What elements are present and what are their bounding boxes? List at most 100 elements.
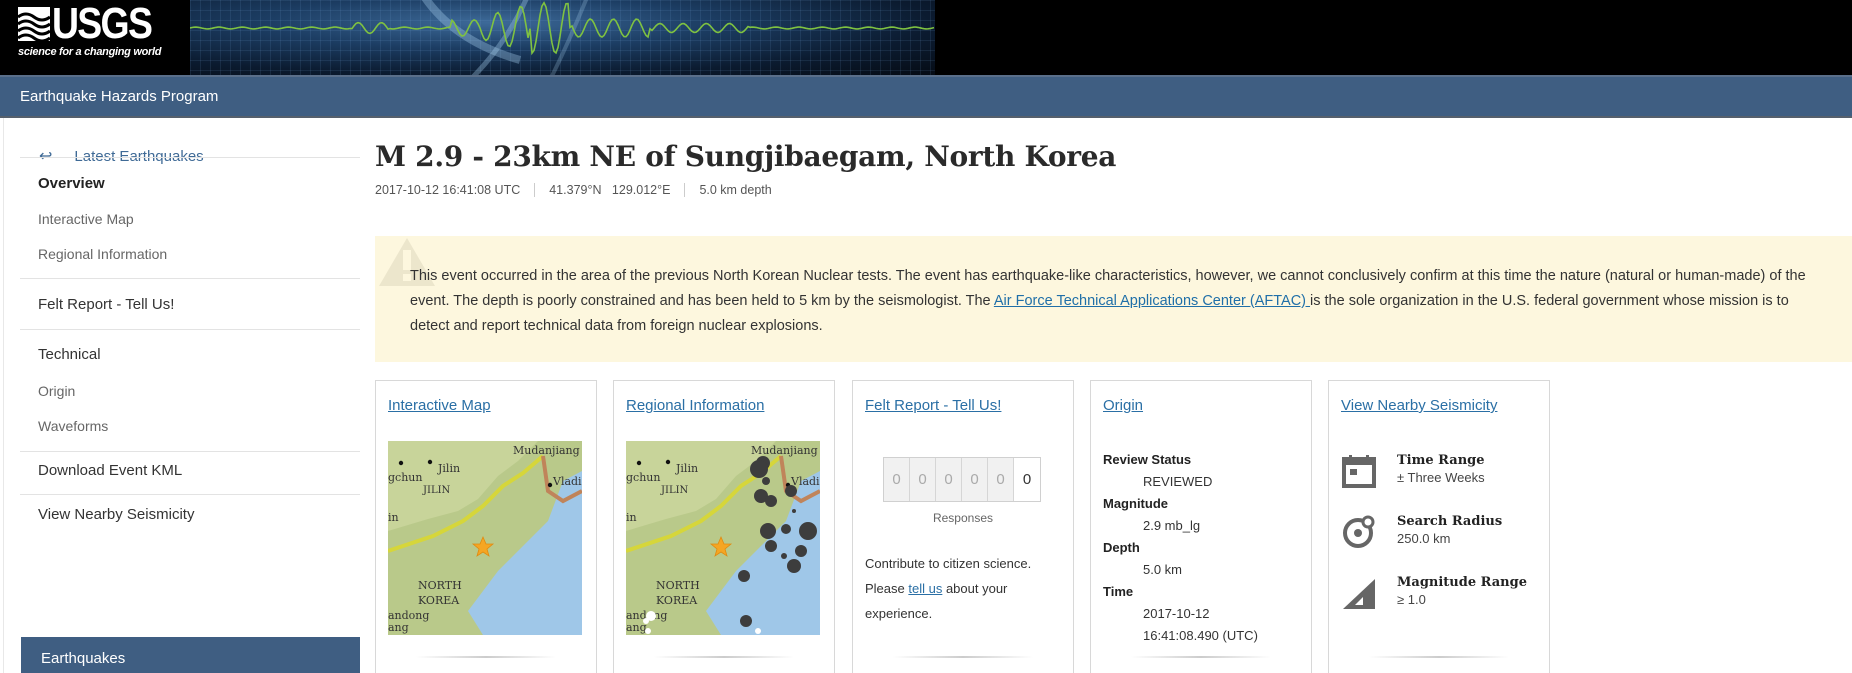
event-location: 41.379°N 129.012°E	[534, 183, 684, 197]
event-summary: 2017-10-12 16:41:08 UTC 41.379°N 129.012…	[375, 183, 786, 197]
origin-details: Review Status REVIEWED Magnitude 2.9 mb_…	[1103, 449, 1258, 647]
page-title: M 2.9 - 23km NE of Sungjibaegam, North K…	[375, 140, 1117, 173]
sidebar-section-earthquakes[interactable]: Earthquakes	[21, 637, 360, 673]
arrow-left-icon: ↩	[39, 148, 53, 165]
divider	[20, 451, 360, 452]
sidebar-item-waveforms[interactable]: Waveforms	[38, 418, 108, 434]
alert-text: This event occurred in the area of the p…	[410, 268, 1806, 334]
magnitude-range-icon	[1343, 579, 1375, 609]
map-label: NORTH	[418, 579, 462, 592]
time-label: Time	[1103, 584, 1134, 599]
map-image: Mudanjiang Jilin gchunJILIN Vladi in NORTH KOR…	[388, 441, 582, 635]
felt-report-text: Contribute to citizen science. Please te…	[865, 556, 1032, 621]
counter-digit: 0	[962, 458, 988, 501]
time-clock-value: 16:41:08.490 (UTC)	[1143, 628, 1258, 643]
map-label: Jilin	[675, 462, 698, 475]
sidebar-item-technical[interactable]: Technical	[38, 346, 101, 363]
map-label: Jilin	[437, 462, 460, 475]
map-label: gchun	[388, 471, 422, 484]
site-header: USGS science for a changing world	[0, 0, 1852, 75]
seismic-event-marker	[755, 628, 761, 634]
divider	[20, 157, 360, 158]
usgs-logo[interactable]: USGS science for a changing world	[0, 0, 190, 75]
map-image: Mudanjiang Jilin gchunJILIN Vladi in NORTH KOR…	[626, 441, 820, 635]
seismic-event-marker	[750, 460, 768, 478]
counter-digit: 0	[1014, 458, 1040, 501]
program-title-link[interactable]: Earthquake Hazards Program	[20, 88, 218, 105]
map-label: JILIN	[660, 485, 689, 496]
felt-report-link[interactable]: Felt Report - Tell Us!	[865, 397, 1001, 414]
calendar-icon	[1342, 455, 1376, 488]
card-footer-rule	[416, 656, 556, 658]
search-radius-label: Search Radius	[1397, 514, 1503, 529]
seismic-event-marker	[781, 524, 791, 534]
seismic-event-marker	[787, 559, 801, 573]
magnitude-range-value: ≥ 1.0	[1397, 592, 1426, 607]
seismic-event-marker	[645, 628, 651, 634]
city-marker	[427, 459, 433, 465]
card-footer-rule	[1369, 656, 1509, 658]
magnitude-range-label: Magnitude Range	[1397, 575, 1527, 590]
regional-information-link[interactable]: Regional Information	[626, 397, 764, 414]
sidebar-item-download-kml[interactable]: Download Event KML	[38, 462, 182, 479]
magnitude-range-row: Magnitude Range ≥ 1.0	[1341, 575, 1527, 611]
card-nearby-seismicity: View Nearby Seismicity Time Range ± Thre…	[1328, 380, 1550, 673]
responses-counter: 0 0 0 0 0 0	[883, 457, 1041, 502]
counter-digit: 0	[884, 458, 910, 501]
time-date-value: 2017-10-12	[1143, 606, 1210, 621]
map-label: NORTH	[656, 579, 700, 592]
seismic-event-marker	[760, 523, 776, 539]
sidebar-item-nearby-seismicity[interactable]: View Nearby Seismicity	[38, 506, 194, 523]
sidebar-item-felt-report[interactable]: Felt Report - Tell Us!	[38, 296, 174, 313]
review-status-label: Review Status	[1103, 452, 1192, 467]
responses-label: Responses	[932, 511, 994, 525]
sidebar-item-origin[interactable]: Origin	[38, 383, 75, 399]
map-label: in	[626, 511, 637, 524]
map-label: Vladi	[552, 475, 582, 488]
sidebar-item-overview[interactable]: Overview	[38, 175, 105, 192]
seismic-event-marker	[765, 540, 777, 552]
seismogram-graphic	[190, 0, 935, 75]
divider	[20, 278, 360, 279]
counter-digit: 0	[988, 458, 1014, 501]
seismic-event-marker	[799, 522, 817, 540]
seismic-event-marker	[765, 495, 777, 507]
map-label: JILIN	[422, 485, 451, 496]
counter-digit: 0	[936, 458, 962, 501]
origin-link[interactable]: Origin	[1103, 397, 1143, 414]
aftac-link[interactable]: Air Force Technical Applications Center …	[994, 293, 1310, 309]
regional-map-thumbnail[interactable]: Mudanjiang Jilin gchun JILIN Vladi in NORTH KOR…	[626, 441, 820, 635]
usgs-waves-icon	[18, 7, 50, 41]
sidebar-item-interactive-map[interactable]: Interactive Map	[38, 211, 134, 227]
city-marker	[547, 482, 553, 488]
seismic-event-marker	[792, 509, 796, 513]
interactive-map-thumbnail[interactable]: Mudanjiang Jilin gchun JILIN Vladi in NORTH KOR…	[388, 441, 582, 635]
program-bar: Earthquake Hazards Program	[0, 75, 1852, 118]
search-radius-value: 250.0 km	[1397, 531, 1451, 546]
search-radius-row: Search Radius 250.0 km	[1341, 514, 1502, 550]
map-label: KOREA	[418, 594, 460, 607]
city-marker	[665, 459, 671, 465]
time-range-label: Time Range	[1397, 453, 1485, 468]
map-label: Mudanjiang	[751, 444, 818, 457]
tell-us-link[interactable]: tell us	[908, 581, 942, 596]
nearby-seismicity-link[interactable]: View Nearby Seismicity	[1341, 397, 1497, 414]
seismic-event-marker	[795, 545, 807, 557]
depth-label: Depth	[1103, 540, 1140, 555]
seismic-event-marker	[738, 570, 750, 582]
sidebar-item-regional-information[interactable]: Regional Information	[38, 246, 167, 262]
review-status-value: REVIEWED	[1143, 474, 1213, 489]
map-label: Mudanjiang	[513, 444, 580, 457]
latest-earthquakes-link[interactable]: ↩ Latest Earthquakes	[39, 146, 204, 166]
interactive-map-link[interactable]: Interactive Map	[388, 397, 491, 414]
map-label: gchun	[626, 471, 660, 484]
card-origin: Origin Review Status REVIEWED Magnitude …	[1090, 380, 1312, 673]
seismic-event-marker	[643, 618, 649, 624]
map-label: in	[388, 511, 399, 524]
divider	[20, 329, 360, 330]
magnitude-label: Magnitude	[1103, 496, 1168, 511]
seismogram-banner	[190, 0, 935, 75]
time-range-row: Time Range ± Three Weeks	[1341, 453, 1485, 489]
counter-digit: 0	[910, 458, 936, 501]
map-label: ang	[388, 621, 409, 634]
